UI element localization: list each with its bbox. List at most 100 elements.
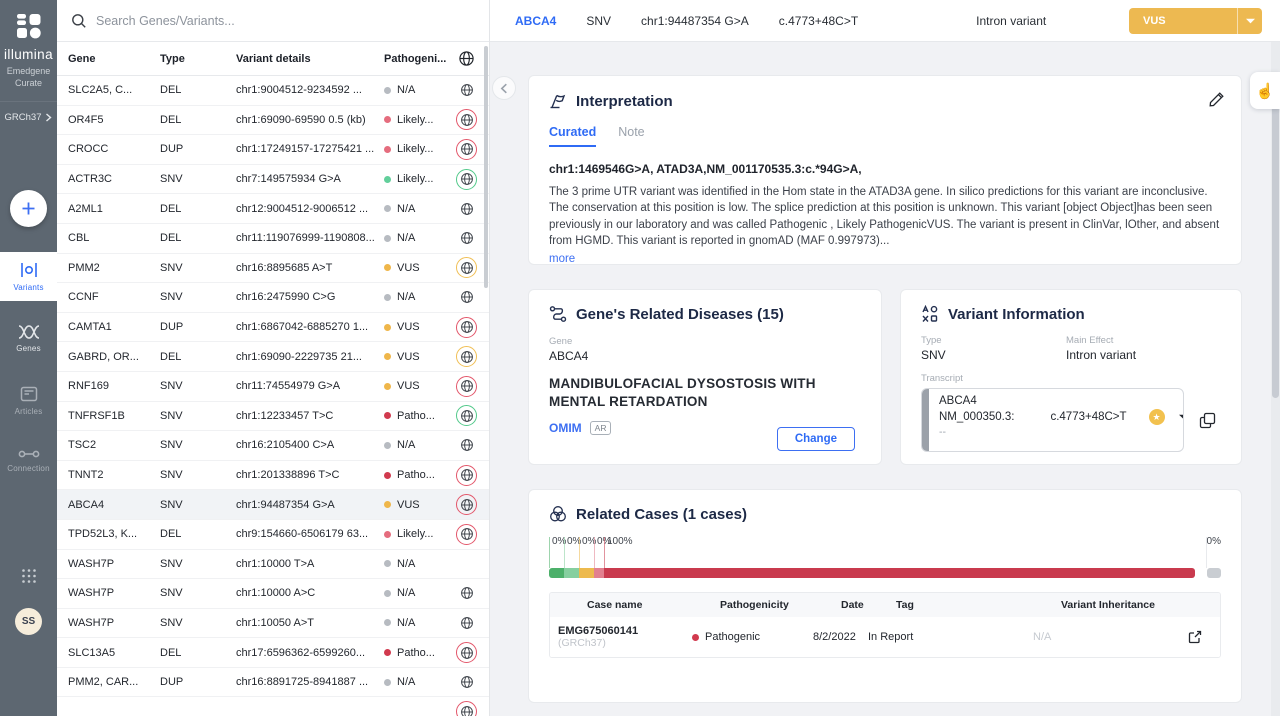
cell-curation[interactable]: [444, 287, 489, 308]
table-row[interactable]: CROCC DUP chr1:17249157-17275421 ... Lik…: [57, 135, 489, 165]
cell-curation[interactable]: [444, 376, 489, 397]
cell-curation[interactable]: [444, 198, 489, 219]
omim-link[interactable]: OMIM: [549, 421, 582, 435]
transcript-caret[interactable]: [1179, 414, 1184, 420]
cell-curation[interactable]: [444, 494, 489, 515]
table-row[interactable]: TPD52L3, K... DEL chr9:154660-6506179 63…: [57, 520, 489, 550]
add-button[interactable]: [10, 190, 47, 227]
cell-curation[interactable]: [444, 80, 489, 101]
search-input[interactable]: [96, 14, 475, 28]
apps-grid-icon[interactable]: [0, 568, 57, 584]
table-row[interactable]: RNF169 SNV chr11:74554979 G>A VUS: [57, 372, 489, 402]
table-row[interactable]: WASH7P SNV chr1:10050 A>T N/A: [57, 609, 489, 639]
transcript-selector[interactable]: ABCA4 NM_000350.3: c.4773+48C>T ★ --: [921, 388, 1184, 452]
table-row[interactable]: ABCA4 SNV chr1:94487354 G>A VUS: [57, 490, 489, 520]
table-row[interactable]: WASH7P SNV chr1:10000 A>C N/A: [57, 579, 489, 609]
cell-type: DUP: [160, 676, 236, 688]
globe-icon: [460, 675, 474, 689]
cell-curation[interactable]: [444, 139, 489, 160]
cell-curation[interactable]: [444, 642, 489, 663]
cell-curation[interactable]: [444, 405, 489, 426]
cell-gene: CROCC: [68, 143, 160, 155]
classification-button[interactable]: VUS: [1129, 8, 1262, 34]
table-row[interactable]: [57, 697, 489, 716]
variants-table-header: Gene Type Variant details Pathogeni...: [57, 42, 489, 76]
table-row[interactable]: TNNT2 SNV chr1:201338896 T>C Patho...: [57, 461, 489, 491]
case-row[interactable]: EMG675060141 (GRCh37) Pathogenic 8/2/202…: [550, 617, 1220, 657]
cell-type: DUP: [160, 143, 236, 155]
table-row[interactable]: CAMTA1 DUP chr1:6867042-6885270 1... VUS: [57, 313, 489, 343]
cell-curation[interactable]: [444, 317, 489, 338]
change-disease-button[interactable]: Change: [777, 427, 855, 451]
cell-type: SNV: [160, 262, 236, 274]
related-diseases-card: Gene's Related Diseases (15) Gene ABCA4 …: [528, 289, 882, 465]
sidebar-item-label: Genes: [16, 344, 41, 353]
sidebar-item-connection[interactable]: Connection: [0, 439, 57, 482]
variants-table-body: SLC2A5, C... DEL chr1:9004512-9234592 ..…: [57, 76, 489, 716]
main-scrollbar-thumb[interactable]: [1272, 88, 1279, 398]
col-details: Variant details: [236, 53, 384, 65]
classification-dropdown[interactable]: [1237, 8, 1262, 34]
globe-icon: [460, 290, 474, 304]
cell-curation[interactable]: [444, 612, 489, 633]
cell-gene: OR4F5: [68, 114, 160, 126]
cell-pathogenicity: N/A: [384, 84, 444, 96]
table-row[interactable]: PMM2 SNV chr16:8895685 A>T VUS: [57, 254, 489, 284]
cell-curation[interactable]: [444, 346, 489, 367]
table-row[interactable]: PMM2, CAR... DUP chr16:8891725-8941887 .…: [57, 668, 489, 698]
copy-transcript-button[interactable]: [1199, 412, 1216, 429]
cell-curation[interactable]: [444, 672, 489, 693]
cell-curation[interactable]: [444, 169, 489, 190]
tab-note[interactable]: Note: [618, 125, 644, 147]
table-row[interactable]: TNFRSF1B SNV chr1:12233457 T>C Patho...: [57, 402, 489, 432]
table-row[interactable]: A2ML1 DEL chr12:9004512-9006512 ... N/A: [57, 194, 489, 224]
col-case-tag: Tag: [860, 599, 1025, 611]
quick-actions-tab[interactable]: ☝: [1250, 72, 1280, 109]
table-scrollbar[interactable]: [484, 46, 488, 288]
main-scrollbar-track[interactable]: [1271, 42, 1280, 716]
pathogenicity-dot: [384, 264, 391, 271]
genome-build-selector[interactable]: GRCh37: [0, 101, 57, 133]
table-row[interactable]: GABRD, OR... DEL chr1:69090-2229735 21..…: [57, 342, 489, 372]
cell-pathogenicity: N/A: [384, 617, 444, 629]
cell-curation[interactable]: [444, 583, 489, 604]
table-row[interactable]: CBL DEL chr11:119076999-1190808... N/A: [57, 224, 489, 254]
variant-gene-link[interactable]: ABCA4: [515, 14, 556, 28]
more-link[interactable]: more: [549, 253, 575, 265]
sidebar-item-articles[interactable]: Articles: [0, 376, 57, 425]
cell-gene: PMM2: [68, 262, 160, 274]
cell-curation[interactable]: [444, 465, 489, 486]
cell-gene: TSC2: [68, 439, 160, 451]
pathogenicity-label: N/A: [397, 232, 415, 244]
table-row[interactable]: OR4F5 DEL chr1:69090-69590 0.5 (kb) Like…: [57, 106, 489, 136]
cell-curation[interactable]: [444, 553, 489, 574]
globe-icon: [460, 527, 474, 541]
cell-type: SNV: [160, 380, 236, 392]
cell-curation[interactable]: [444, 257, 489, 278]
pathogenicity-label: N/A: [397, 291, 415, 303]
table-row[interactable]: CCNF SNV chr16:2475990 C>G N/A: [57, 283, 489, 313]
sidebar-item-genes[interactable]: Genes: [0, 315, 57, 362]
bar-segment-vus: [579, 568, 594, 578]
tab-curated[interactable]: Curated: [549, 125, 596, 147]
cell-curation[interactable]: [444, 435, 489, 456]
table-row[interactable]: WASH7P SNV chr1:10000 T>A N/A: [57, 550, 489, 580]
table-row[interactable]: ACTR3C SNV chr7:149575934 G>A Likely...: [57, 165, 489, 195]
cell-case-pathogenicity: Pathogenic: [684, 631, 805, 643]
sidebar-item-variants[interactable]: Variants: [0, 252, 57, 301]
user-avatar[interactable]: SS: [15, 608, 42, 635]
bar-segment-benign: [549, 568, 564, 578]
cell-curation[interactable]: [444, 524, 489, 545]
cell-curation[interactable]: [444, 701, 489, 716]
table-row[interactable]: SLC13A5 DEL chr17:6596362-6599260... Pat…: [57, 638, 489, 668]
edit-interpretation-button[interactable]: [1208, 91, 1225, 113]
table-row[interactable]: TSC2 SNV chr16:2105400 C>A N/A: [57, 431, 489, 461]
cell-curation[interactable]: [444, 228, 489, 249]
table-row[interactable]: SLC2A5, C... DEL chr1:9004512-9234592 ..…: [57, 76, 489, 106]
collapse-panel-button[interactable]: [492, 76, 516, 100]
col-curation-globe[interactable]: [444, 50, 489, 67]
cell-pathogenicity: N/A: [384, 587, 444, 599]
open-case-button[interactable]: [1180, 630, 1220, 644]
cell-curation[interactable]: [444, 109, 489, 130]
pathogenicity-dot: [384, 649, 391, 656]
